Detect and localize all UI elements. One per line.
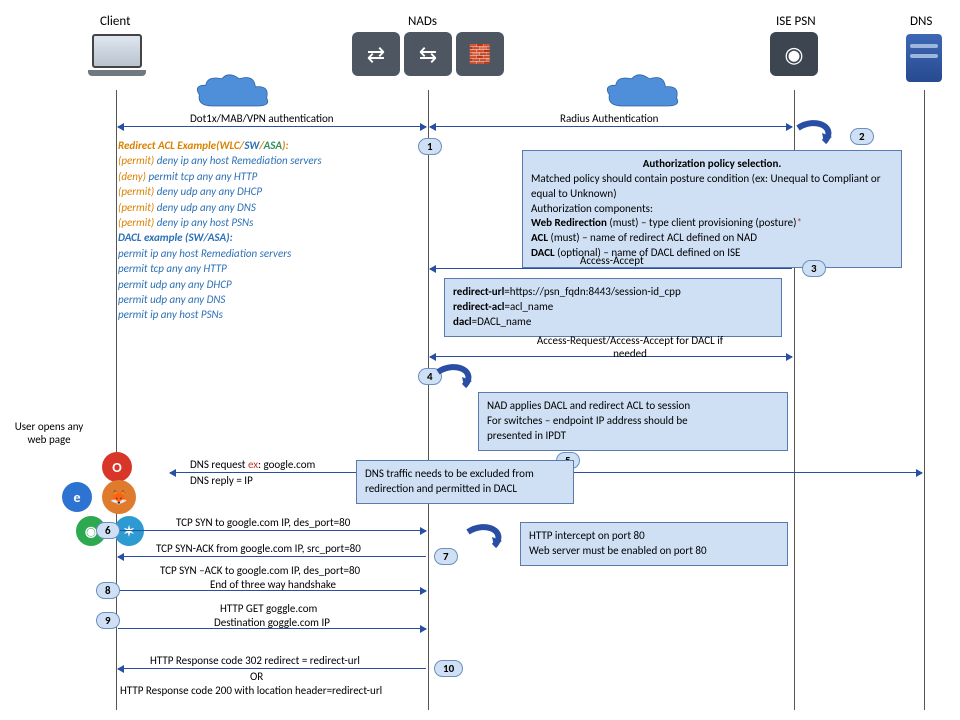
- step-6-badge: 6: [96, 522, 120, 539]
- arrow-radius-auth: [430, 126, 792, 127]
- arrow-access-accept: [430, 268, 792, 269]
- label-dacl-request: Access-Request/Access-Accept for DACL if…: [530, 334, 730, 360]
- label-radius-auth: Radius Authentication: [560, 112, 658, 125]
- label-tcp-synack: TCP SYN-ACK from google.com IP, src_port…: [156, 542, 361, 555]
- firefox-icon: 🦊: [102, 480, 136, 514]
- lane-client-label: Client: [100, 14, 130, 29]
- panel-dns-note: DNS traffic needs to be excluded from re…: [356, 460, 574, 504]
- cloud-right-icon: [600, 74, 686, 114]
- label-or: OR: [250, 670, 263, 683]
- lane-ise-label: ISE PSN: [776, 14, 816, 29]
- step-3-badge: 3: [802, 260, 826, 277]
- nad-firewall-icon: 🧱: [456, 32, 504, 76]
- label-tcp-syn: TCP SYN to google.com IP, des_port=80: [176, 516, 350, 529]
- step-9-badge: 9: [96, 612, 120, 629]
- lane-dns-label: DNS: [910, 14, 932, 29]
- label-dns-request: DNS request ex: google.com: [190, 458, 315, 471]
- label-http-302: HTTP Response code 302 redirect = redire…: [150, 654, 360, 667]
- label-http-get: HTTP GET goggle.com: [220, 602, 317, 615]
- panel-apply-acl: NAD applies DACL and redirect ACL to ses…: [478, 392, 788, 451]
- nad-switch-icon: ⇆: [404, 32, 452, 76]
- ise-fingerprint-icon: ◉: [770, 32, 818, 76]
- label-http-get-dest: Destination goggle.com IP: [214, 616, 330, 629]
- client-laptop-icon: [88, 34, 146, 76]
- loop-arrow-apply-acl: [436, 364, 476, 394]
- lane-nads-label: NADs: [408, 14, 437, 29]
- auth-panel-title: Authorization policy selection.: [531, 157, 893, 172]
- label-dns-reply: DNS reply = IP: [190, 474, 253, 487]
- lifeline-dns: [924, 90, 925, 710]
- label-http-200: HTTP Response code 200 with location hea…: [120, 684, 382, 697]
- arrow-tcp-synack: [118, 556, 426, 557]
- auth-panel-line4: ACL (must) – name of redirect ACL define…: [531, 231, 893, 246]
- arrow-http-response: [118, 668, 426, 669]
- step-7-badge: 7: [434, 548, 458, 565]
- loop-arrow-http-intercept: [466, 524, 506, 554]
- label-user-opens-page: User opens any web page: [4, 420, 94, 446]
- label-dot1x-auth: Dot1x/MAB/VPN authentication: [190, 112, 334, 125]
- panel-redirect-attrs: redirect-url=https://psn_fqdn:8443/sessi…: [444, 278, 782, 337]
- step-1-badge: 1: [418, 138, 442, 155]
- auth-panel-line2: Authorization components:: [531, 202, 893, 217]
- label-tcp-ack: TCP SYN –ACK to google.com IP, des_port=…: [160, 564, 360, 577]
- step-10-badge: 10: [434, 660, 463, 677]
- auth-panel-line3: Web Redirection (must) – type client pro…: [531, 216, 893, 231]
- step-8-badge: 8: [96, 582, 120, 599]
- loop-arrow-auth-policy: [796, 120, 836, 150]
- arrow-tcp-syn: [118, 530, 426, 531]
- ie-icon: e: [62, 482, 92, 512]
- cloud-left-icon: [190, 74, 276, 114]
- lifeline-nads: [428, 90, 429, 710]
- auth-panel-line1: Matched policy should contain posture co…: [531, 172, 893, 202]
- step-2-badge: 2: [850, 128, 874, 145]
- label-tcp-end: End of three way handshake: [210, 578, 336, 591]
- acl-example-block: Redirect ACL Example(WLC/SW/ASA): (permi…: [118, 138, 418, 323]
- dns-server-icon: [906, 34, 942, 82]
- opera-icon: O: [102, 452, 132, 482]
- panel-http-intercept: HTTP intercept on port 80 Web server mus…: [520, 522, 788, 566]
- arrow-dot1x-auth: [118, 126, 426, 127]
- label-access-accept: Access-Accept: [580, 254, 644, 267]
- panel-authorization-policy: Authorization policy selection. Matched …: [522, 150, 902, 268]
- nad-wlc-icon: ⇄: [352, 32, 400, 76]
